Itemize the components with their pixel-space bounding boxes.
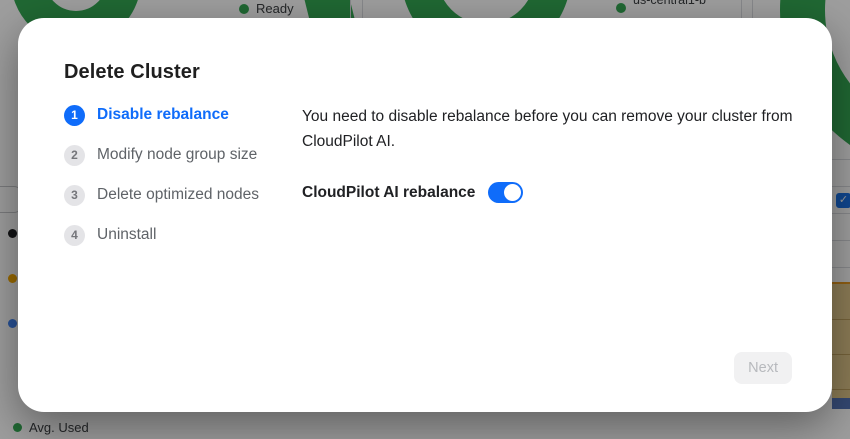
stepper: 1 Disable rebalance 2 Modify node group …	[64, 104, 294, 264]
step-number-badge: 1	[64, 105, 85, 126]
instruction-text: You need to disable rebalance before you…	[302, 104, 824, 154]
screen: Ready us-central1-b ✓ Avg. Used Delet	[0, 0, 850, 439]
step-number-badge: 3	[64, 185, 85, 206]
rebalance-toggle[interactable]	[488, 182, 523, 203]
step-delete-optimized-nodes[interactable]: 3 Delete optimized nodes	[64, 184, 294, 206]
step-label: Modify node group size	[97, 146, 257, 164]
next-button[interactable]: Next	[734, 352, 792, 384]
step-label: Uninstall	[97, 226, 156, 244]
delete-cluster-modal: Delete Cluster 1 Disable rebalance 2 Mod…	[18, 18, 832, 412]
modal-title: Delete Cluster	[64, 61, 200, 84]
step-modify-node-group-size[interactable]: 2 Modify node group size	[64, 144, 294, 166]
toggle-knob-icon	[504, 184, 521, 201]
step-uninstall[interactable]: 4 Uninstall	[64, 224, 294, 246]
step-number-badge: 2	[64, 145, 85, 166]
step-number-badge: 4	[64, 225, 85, 246]
rebalance-toggle-row: CloudPilot AI rebalance	[302, 182, 824, 203]
step-label: Disable rebalance	[97, 106, 229, 124]
step-label: Delete optimized nodes	[97, 186, 259, 204]
step-disable-rebalance[interactable]: 1 Disable rebalance	[64, 104, 294, 126]
step-content: You need to disable rebalance before you…	[302, 104, 824, 203]
toggle-label: CloudPilot AI rebalance	[302, 184, 475, 202]
